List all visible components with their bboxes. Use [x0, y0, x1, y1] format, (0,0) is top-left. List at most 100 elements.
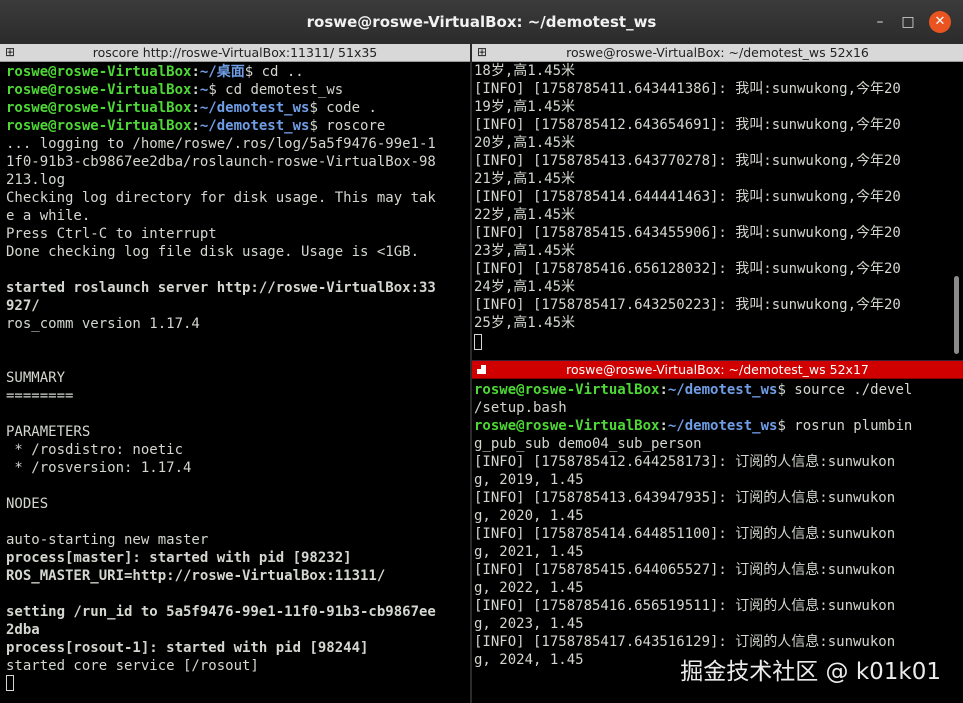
terminal-line: g, 2020, 1.45	[474, 507, 584, 525]
terminal-line: 1f0-91b3-cb9867ee2dba/roslaunch-roswe-Vi…	[6, 153, 436, 171]
top-right-terminal-output[interactable]: 18岁,高1.45米 [INFO] [1758785411.643441386]:…	[472, 62, 963, 360]
terminal-line: [INFO] [1758785416.656128032]: 我叫:sunwuk…	[474, 260, 901, 278]
terminal-text: roswe@roswe-VirtualBox	[474, 382, 660, 398]
terminal-text: g, 2021, 1.45	[474, 544, 584, 560]
terminal-line: process[rosout-1]: started with pid [982…	[6, 639, 368, 657]
minimize-button[interactable]: –	[869, 11, 891, 33]
terminal-line: roswe@roswe-VirtualBox:~$ cd demotest_ws	[6, 81, 343, 99]
close-button[interactable]: ✕	[929, 11, 951, 33]
terminal-text: [INFO] [1758785412.643654691]: 我叫:sunwuk…	[474, 117, 901, 133]
left-terminal-pane[interactable]: ⊞ roscore http://roswe-VirtualBox:11311/…	[0, 44, 470, 703]
terminal-text: SUMMARY	[6, 370, 66, 386]
terminal-text: auto-starting new master	[6, 532, 209, 548]
terminal-text: [INFO] [1758785412.644258173]: 订阅的人信息:su…	[474, 454, 896, 470]
terminal-text: [INFO] [1758785416.656519511]: 订阅的人信息:su…	[474, 598, 896, 614]
terminal-text: ROS_MASTER_URI=http://roswe-VirtualBox:1…	[6, 568, 386, 584]
terminal-line: g_pub_sub demo04_sub_person	[474, 435, 702, 453]
terminal-text: g, 2023, 1.45	[474, 616, 584, 632]
window-title: roswe@roswe-VirtualBox: ~/demotest_ws	[306, 13, 657, 31]
terminal-line: 25岁,高1.45米	[474, 314, 575, 332]
terminal-text: /setup.bash	[474, 400, 567, 416]
scrollbar[interactable]	[954, 276, 959, 354]
terminal-cursor	[474, 334, 482, 350]
terminal-text: :	[191, 118, 200, 134]
terminal-text: roswe@roswe-VirtualBox	[6, 100, 192, 116]
bottom-right-pane-title: roswe@roswe-VirtualBox: ~/demotest_ws 52…	[566, 362, 869, 377]
terminal-text: $ cd ..	[244, 64, 304, 80]
terminal-text: $ source ./devel	[777, 382, 913, 398]
bottom-right-pane-titlebar[interactable]: roswe@roswe-VirtualBox: ~/demotest_ws 52…	[472, 361, 963, 379]
terminal-text: 20岁,高1.45米	[474, 135, 576, 151]
terminal-text: ========	[6, 388, 74, 404]
terminal-text: Checking log directory for disk usage. T…	[6, 190, 436, 206]
top-right-pane-titlebar[interactable]: ⊞ roswe@roswe-VirtualBox: ~/demotest_ws …	[472, 44, 963, 62]
terminal-line: setting /run_id to 5a5f9476-99e1-11f0-91…	[6, 603, 436, 621]
terminal-line: Press Ctrl-C to interrupt	[6, 225, 217, 243]
terminal-text: [INFO] [1758785411.643441386]: 我叫:sunwuk…	[474, 81, 901, 97]
terminal-text: 25岁,高1.45米	[474, 315, 576, 331]
terminal-line: [INFO] [1758785413.643770278]: 我叫:sunwuk…	[474, 152, 901, 170]
terminal-line: started core service [/rosout]	[6, 657, 259, 675]
window-titlebar: roswe@roswe-VirtualBox: ~/demotest_ws	[0, 0, 963, 44]
terminal-text: :	[191, 64, 200, 80]
terminal-text: roswe@roswe-VirtualBox	[474, 418, 660, 434]
terminal-text: process[rosout-1]: started with pid [982…	[6, 640, 369, 656]
terminal-text: :	[191, 82, 200, 98]
left-pane-title: roscore http://roswe-VirtualBox:11311/ 5…	[92, 45, 378, 60]
terminal-line: [INFO] [1758785412.643654691]: 我叫:sunwuk…	[474, 116, 901, 134]
terminal-line: g, 2021, 1.45	[474, 543, 584, 561]
terminal-line: g, 2023, 1.45	[474, 615, 584, 633]
terminal-text: 23岁,高1.45米	[474, 243, 576, 259]
terminal-text: 2dba	[6, 622, 40, 638]
terminal-text: ~/demotest_ws	[199, 100, 310, 116]
terminal-line: auto-starting new master	[6, 531, 208, 549]
terminal-text: 22岁,高1.45米	[474, 207, 576, 223]
grid-icon[interactable]: ⊞	[5, 44, 15, 61]
terminal-line: started roslaunch server http://roswe-Vi…	[6, 279, 436, 297]
terminal-text: 213.log	[6, 172, 66, 188]
maximize-button[interactable]: □	[897, 11, 919, 33]
terminal-line: 22岁,高1.45米	[474, 206, 575, 224]
terminal-line: roswe@roswe-VirtualBox:~/demotest_ws$ so…	[474, 381, 912, 399]
terminal-line: g, 2019, 1.45	[474, 471, 584, 489]
terminal-text: 19岁,高1.45米	[474, 99, 576, 115]
terminal-text: g, 2022, 1.45	[474, 580, 584, 596]
terminal-text: $ roscore	[309, 118, 386, 134]
left-pane-titlebar[interactable]: ⊞ roscore http://roswe-VirtualBox:11311/…	[0, 44, 470, 62]
terminal-line: roswe@roswe-VirtualBox:~/demotest_ws$ ro…	[6, 117, 385, 135]
watermark: 掘金技术社区 @ k01k01	[680, 659, 941, 685]
pane-icon[interactable]	[477, 365, 486, 374]
terminal-line: 2dba	[6, 621, 40, 639]
terminal-text: roswe@roswe-VirtualBox	[6, 82, 192, 98]
terminal-text: ~/demotest_ws	[667, 418, 778, 434]
terminal-line: [INFO] [1758785417.643250223]: 我叫:sunwuk…	[474, 296, 901, 314]
grid-icon[interactable]: ⊞	[477, 44, 487, 61]
terminal-line: [INFO] [1758785417.643516129]: 订阅的人信息:su…	[474, 633, 895, 651]
terminal-line: 21岁,高1.45米	[474, 170, 575, 188]
terminal-text: setting /run_id to 5a5f9476-99e1-11f0-91…	[6, 604, 436, 620]
terminal-text: roswe@roswe-VirtualBox	[6, 64, 192, 80]
left-terminal-output[interactable]: roswe@roswe-VirtualBox:~/桌面$ cd .. roswe@…	[0, 62, 470, 703]
terminal-text: ~/桌面	[199, 64, 245, 80]
terminal-text: [INFO] [1758785415.643455906]: 我叫:sunwuk…	[474, 225, 901, 241]
terminal-text: :	[659, 382, 668, 398]
terminal-text: [INFO] [1758785414.644441463]: 我叫:sunwuk…	[474, 189, 901, 205]
terminal-line: 23岁,高1.45米	[474, 242, 575, 260]
terminal-line: [INFO] [1758785414.644441463]: 我叫:sunwuk…	[474, 188, 901, 206]
terminal-text: Done checking log file disk usage. Usage…	[6, 244, 420, 260]
top-right-pane-title: roswe@roswe-VirtualBox: ~/demotest_ws 52…	[566, 45, 869, 60]
terminal-text: [INFO] [1758785415.644065527]: 订阅的人信息:su…	[474, 562, 896, 578]
terminal-line: g, 2024, 1.45	[474, 651, 584, 669]
terminal-text: 24岁,高1.45米	[474, 279, 576, 295]
terminal-line: Checking log directory for disk usage. T…	[6, 189, 436, 207]
terminal-line: 24岁,高1.45米	[474, 278, 575, 296]
terminal-line: roswe@roswe-VirtualBox:~/demotest_ws$ co…	[6, 99, 377, 117]
terminal-text: 18岁,高1.45米	[474, 63, 576, 79]
terminal-text: roswe@roswe-VirtualBox	[6, 118, 192, 134]
top-right-terminal-pane[interactable]: ⊞ roswe@roswe-VirtualBox: ~/demotest_ws …	[472, 44, 963, 360]
terminal-line: process[master]: started with pid [98232…	[6, 549, 352, 567]
terminal-line: roswe@roswe-VirtualBox:~/demotest_ws$ ro…	[474, 417, 912, 435]
terminal-text: g, 2019, 1.45	[474, 472, 584, 488]
terminal-line: [INFO] [1758785412.644258173]: 订阅的人信息:su…	[474, 453, 895, 471]
terminal-line: g, 2022, 1.45	[474, 579, 584, 597]
